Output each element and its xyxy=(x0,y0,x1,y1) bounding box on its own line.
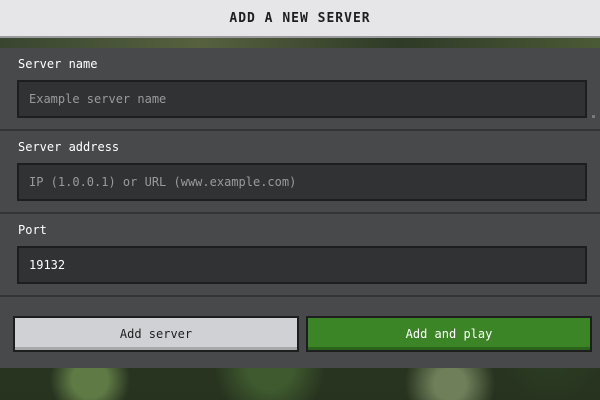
background-strip xyxy=(0,38,600,48)
port-section: Port xyxy=(0,214,600,297)
port-label: Port xyxy=(18,223,47,237)
server-name-section: Server name xyxy=(0,48,600,131)
add-server-button[interactable]: Add server xyxy=(13,316,299,352)
add-and-play-button-label: Add and play xyxy=(405,327,493,341)
server-name-input[interactable] xyxy=(17,80,587,118)
server-address-label: Server address xyxy=(18,140,120,154)
server-address-input[interactable] xyxy=(17,163,587,201)
scrollbar[interactable] xyxy=(592,115,595,118)
server-address-section: Server address xyxy=(0,131,600,214)
add-server-button-label: Add server xyxy=(119,327,193,341)
add-server-form: Server name Server address Port Add serv… xyxy=(0,38,600,368)
page-title: ADD A NEW SERVER xyxy=(229,10,371,26)
port-input[interactable] xyxy=(17,246,587,284)
title-bar: ADD A NEW SERVER xyxy=(0,0,600,38)
server-name-label: Server name xyxy=(18,57,98,71)
add-and-play-button[interactable]: Add and play xyxy=(306,316,592,352)
